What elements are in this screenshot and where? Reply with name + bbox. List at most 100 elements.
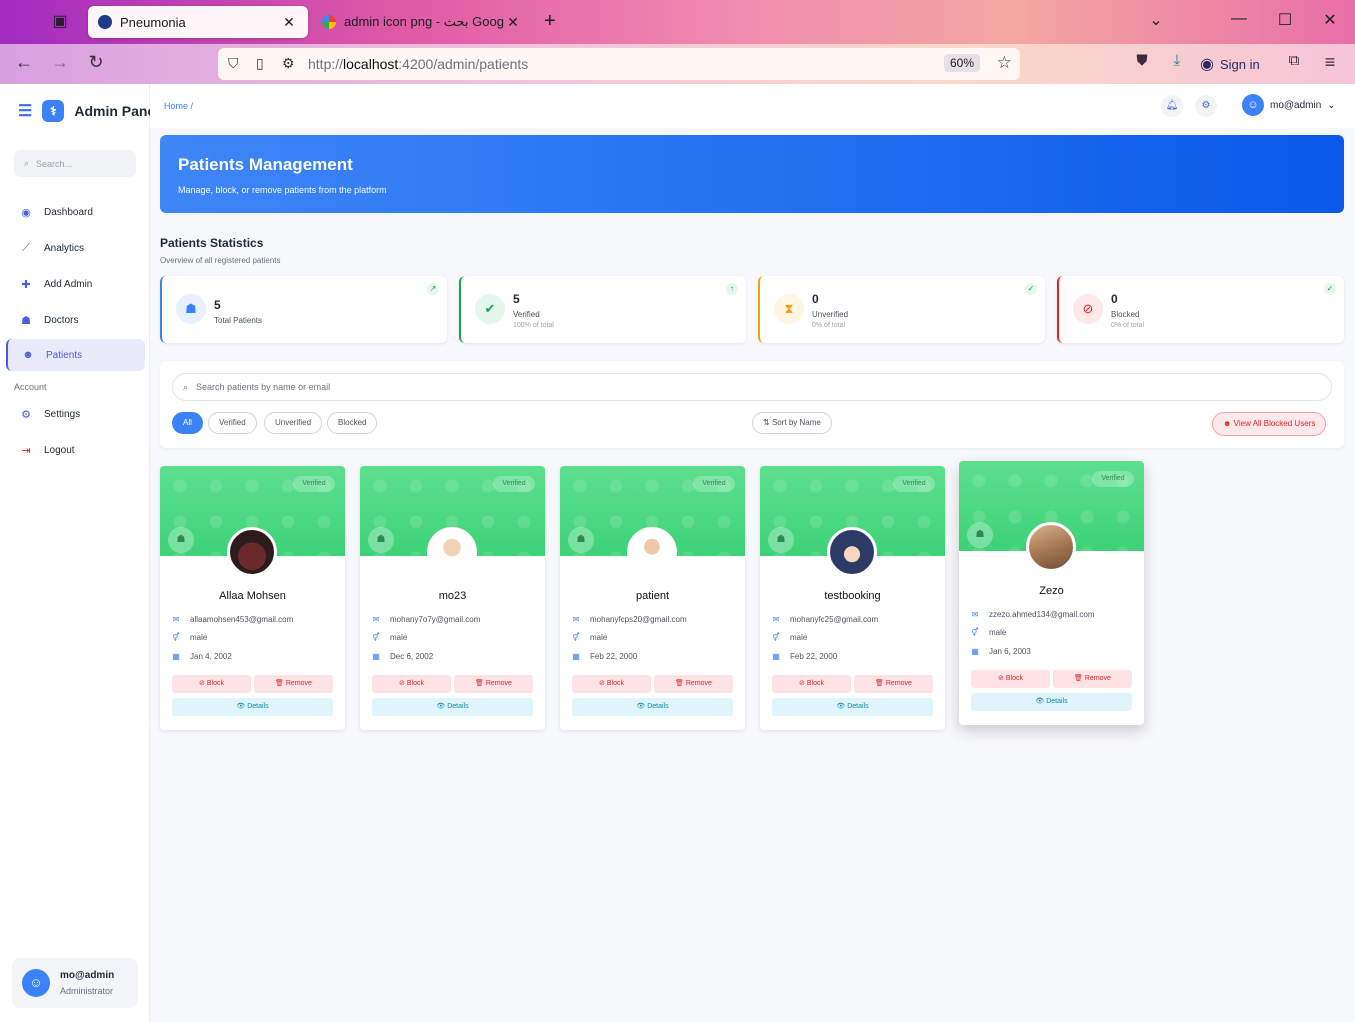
sort-icon: ⇅ (763, 418, 770, 427)
stat-value: 0 (812, 292, 819, 306)
minimize-icon[interactable]: — (1227, 10, 1251, 28)
sidebar-item-label: Doctors (44, 314, 79, 326)
arrow-up-icon: ↑ (726, 283, 738, 295)
patient-gender: male (989, 628, 1007, 637)
permissions-icon[interactable]: ⚙ (282, 55, 295, 72)
patient-card: Verified ☗ Allaa Mohsen ✉ allaamohsen453@… (160, 466, 345, 730)
details-label: Details (247, 703, 269, 710)
filter-chip-unverified[interactable]: Unverified (264, 412, 323, 434)
page-subtitle: Manage, block, or remove patients from t… (178, 185, 387, 195)
close-tab-icon[interactable]: ✕ (504, 14, 522, 31)
url-path: :4200/admin/patients (398, 56, 529, 72)
details-button[interactable]: 👁︎ Details (172, 698, 333, 716)
breadcrumb-home[interactable]: Home (164, 101, 188, 111)
patient-search-input[interactable]: ⌕ Search patients by name or email (172, 373, 1332, 401)
reload-icon[interactable]: ↻ (84, 52, 108, 73)
details-button[interactable]: 👁︎ Details (971, 693, 1132, 711)
remove-button[interactable]: 🗑︎ Remove (254, 675, 333, 693)
gender-icon: ⚥ (772, 633, 780, 642)
app-menu-icon[interactable]: ≡ (1318, 52, 1342, 73)
sidebar-item-analytics[interactable]: ⟋ Analytics (6, 232, 145, 264)
stat-card-unverified: ⧗ 0 Unverified 0% of total ✓ (758, 276, 1045, 343)
remove-label: Remove (685, 680, 712, 687)
view-blocked-users-button[interactable]: ☻ View All Blocked Users (1212, 412, 1327, 436)
close-tab-icon[interactable]: ✕ (280, 14, 298, 31)
breadcrumb-separator: / (190, 101, 194, 111)
sidebar-search-input[interactable]: ⌕ Search... (14, 150, 136, 177)
patient-email: zzezo.ahmed134@gmail.com (989, 610, 1095, 619)
block-button[interactable]: ⊘ Block (372, 675, 451, 693)
admin-logo-icon: ⚕ (42, 100, 65, 122)
ban-icon: ⊘ (1073, 294, 1103, 324)
patient-card: Verified ☗ mo23 ✉ mohany7o7y@gmail.com ⚥ m… (360, 466, 545, 730)
filter-chip-blocked[interactable]: Blocked (327, 412, 378, 434)
filter-chip-all[interactable]: All (172, 412, 203, 434)
sidebar-item-logout[interactable]: ⇥ Logout (6, 434, 145, 466)
details-button[interactable]: 👁︎ Details (572, 698, 733, 716)
back-icon[interactable]: ← (12, 52, 36, 73)
remove-button[interactable]: 🗑︎ Remove (654, 675, 733, 693)
filter-chip-verified[interactable]: Verified (208, 412, 257, 434)
google-favicon-icon (322, 15, 336, 29)
sidebar-user-card[interactable]: ☺ mo@admin Administrator (12, 958, 138, 1008)
details-button[interactable]: 👁︎ Details (372, 698, 533, 716)
pocket-icon[interactable]: ⛊ (1130, 52, 1154, 69)
avatar: ☺ (1242, 94, 1264, 116)
patient-icon: ☗ (176, 294, 206, 324)
page-banner: Patients Management Manage, block, or re… (160, 135, 1344, 213)
stat-label: Blocked (1111, 310, 1140, 319)
gear-icon[interactable]: ⚙ (1195, 95, 1217, 117)
doctor-icon: ☗ (21, 314, 31, 327)
address-bar[interactable]: ⛉ ▯ ⚙ http://localhost:4200/admin/patien… (218, 48, 1020, 80)
sidebar-item-dashboard[interactable]: ◉ Dashboard (6, 196, 145, 228)
block-label: Block (1005, 675, 1023, 682)
gender-icon: ⚥ (971, 628, 979, 637)
page-icon[interactable]: ▯ (256, 55, 264, 72)
hourglass-icon: ⧗ (774, 294, 804, 324)
block-button[interactable]: ⊘ Block (172, 675, 251, 693)
tab-overview-icon[interactable]: ▣ (48, 10, 72, 34)
forward-icon[interactable]: → (48, 52, 72, 73)
patient-gender-row: ⚥ male (372, 633, 407, 642)
sort-button[interactable]: ⇅ Sort by Name (752, 412, 832, 434)
remove-button[interactable]: 🗑︎ Remove (1053, 670, 1132, 688)
calendar-icon: ▦ (971, 647, 979, 656)
block-button[interactable]: ⊘ Block (572, 675, 651, 693)
sidebar-item-doctors[interactable]: ☗ Doctors (6, 304, 145, 336)
patient-icon: ☗ (568, 527, 594, 553)
remove-button[interactable]: 🗑︎ Remove (854, 675, 933, 693)
url-prefix: http:// (308, 56, 344, 72)
maximize-icon[interactable]: ☐ (1273, 10, 1297, 30)
new-tab-icon[interactable]: + (544, 10, 556, 33)
patient-icon: ☗ (168, 527, 194, 553)
tab-list-chevron-icon[interactable]: ⌄ (1144, 10, 1168, 30)
shield-icon[interactable]: ⛉ (228, 55, 239, 72)
check-circle-icon: ✔ (475, 294, 505, 324)
avatar: ☺ (22, 969, 50, 997)
calendar-icon: ▦ (772, 652, 780, 661)
block-button[interactable]: ⊘ Block (971, 670, 1050, 688)
sidebar-item-patients[interactable]: ☻ Patients (6, 339, 145, 371)
sidebar-item-settings[interactable]: ⚙ Settings (6, 398, 145, 430)
url-host: localhost (343, 56, 399, 72)
extensions-icon[interactable]: ⧉ (1282, 52, 1306, 69)
sign-in-button[interactable]: ◉ Sign in (1200, 48, 1274, 80)
menu-toggle-icon[interactable]: ☰ (18, 101, 32, 121)
bell-icon[interactable]: 🔔︎ (1161, 95, 1183, 117)
download-icon[interactable]: ⤓ (1165, 52, 1189, 69)
block-button[interactable]: ⊘ Block (772, 675, 851, 693)
sidebar-item-add-admin[interactable]: ✚ Add Admin (6, 268, 145, 300)
bookmark-star-icon[interactable]: ☆ (997, 53, 1012, 73)
remove-button[interactable]: 🗑︎ Remove (454, 675, 533, 693)
window-close-icon[interactable]: ✕ (1318, 10, 1342, 30)
zoom-level[interactable]: 60% (943, 54, 980, 72)
details-button[interactable]: 👁︎ Details (772, 698, 933, 716)
verified-badge: Verified (1092, 471, 1134, 487)
top-user-menu[interactable]: ☺ mo@admin ⌄ (1242, 94, 1336, 116)
tab-google[interactable]: admin icon png - بحث Google ✕ (312, 6, 532, 38)
patient-dob-row: ▦ Feb 22, 2000 (772, 652, 837, 661)
patient-dob: Feb 22, 2000 (590, 652, 638, 661)
tab-pneumonia[interactable]: Pneumonia ✕ (88, 6, 308, 38)
calendar-icon: ▦ (372, 652, 380, 661)
patient-gender: male (590, 633, 608, 642)
